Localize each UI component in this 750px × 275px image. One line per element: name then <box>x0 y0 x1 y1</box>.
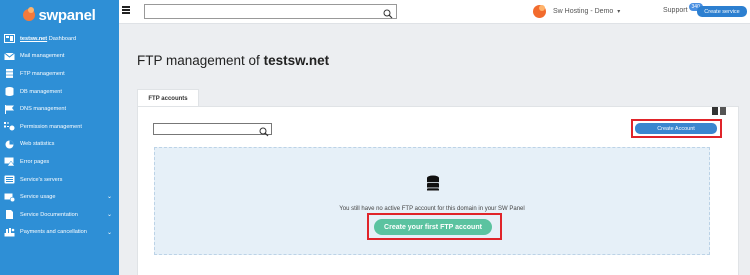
sidebar-item-label: Mail management <box>20 53 65 60</box>
sidebar-item-label: Permission management <box>20 123 82 130</box>
sidebar-item-documentation[interactable]: Service Documentation ⌄ <box>0 206 119 224</box>
support-label: Support <box>663 6 688 14</box>
sidebar-item-label: Error pages <box>20 158 50 165</box>
account-selector[interactable]: Sw Hosting - Demo ▾ <box>533 5 620 18</box>
database-icon <box>4 87 15 97</box>
pie-chart-icon <box>4 140 15 149</box>
search-icon[interactable] <box>383 6 393 24</box>
sidebar-item-service-usage[interactable]: Service usage ⌄ <box>0 188 119 206</box>
page-title-prefix: FTP management of <box>137 53 260 68</box>
chevron-down-icon: ⌄ <box>106 211 112 218</box>
account-name: Sw Hosting - Demo <box>553 8 614 15</box>
ftp-search-input[interactable] <box>153 123 272 137</box>
permissions-icon <box>4 122 15 131</box>
page-title: FTP management of testsw.net <box>137 53 329 68</box>
brand-name: swpanel <box>38 6 96 24</box>
sidebar-item-db[interactable]: DB management <box>0 83 119 101</box>
chevron-down-icon: ⌄ <box>106 229 112 236</box>
sidebar-item-payments[interactable]: Payments and cancellation ⌄ <box>0 224 119 242</box>
page-title-domain: testsw.net <box>263 53 330 68</box>
sidebar-item-label: DB management <box>20 88 62 95</box>
chevron-down-icon: ⌄ <box>106 194 112 201</box>
sidebar-item-domain[interactable]: testsw.net <box>20 36 47 42</box>
sidebar-item-label: Payments and cancellation <box>20 229 87 236</box>
document-icon <box>4 210 15 220</box>
caret-down-icon: ▾ <box>617 9 621 15</box>
sidebar-item-mail[interactable]: Mail management <box>0 48 119 66</box>
sidebar-item-ftp[interactable]: FTP management <box>0 65 119 83</box>
export-icons <box>712 107 726 115</box>
dashboard-icon <box>4 34 15 44</box>
brand-logo[interactable]: swpanel <box>0 0 119 30</box>
tab-ftp-accounts[interactable]: FTP accounts <box>137 89 199 107</box>
sidebar-item-label: Service's servers <box>20 176 63 183</box>
create-first-ftp-button[interactable]: Create your first FTP account <box>374 219 492 235</box>
search-icon[interactable] <box>259 124 269 142</box>
sidebar-item-web-stats[interactable]: Web statistics <box>0 136 119 154</box>
server-icon <box>4 69 15 79</box>
sidebar-item-label: Service Documentation <box>20 211 78 218</box>
usage-icon <box>4 193 15 202</box>
create-service-button[interactable]: Create service <box>697 6 747 17</box>
sidebar-item-error-pages[interactable]: Error pages <box>0 153 119 171</box>
flag-icon <box>4 104 15 114</box>
sidebar-item-label: DNS management <box>20 106 67 113</box>
mail-icon <box>4 52 15 61</box>
top-bar: Sw Hosting - Demo ▾ Support 340 ▾ Create… <box>119 0 750 24</box>
servers-icon <box>4 175 15 184</box>
export-file-icon[interactable] <box>712 107 718 115</box>
sidebar-item-label: Service usage <box>20 194 56 201</box>
global-search-input[interactable] <box>144 4 397 19</box>
sidebar-item-dashboard[interactable]: testsw.net Dashboard <box>0 30 119 48</box>
create-account-button[interactable]: Create Account <box>635 123 717 134</box>
payments-icon <box>4 227 15 237</box>
sidebar-nav: testsw.net Dashboard Mail management FTP… <box>0 30 119 241</box>
sidebar-item-servers[interactable]: Service's servers <box>0 171 119 189</box>
sidebar: swpanel testsw.net Dashboard Mail manage… <box>0 0 119 275</box>
database-icon <box>426 175 440 193</box>
menu-icon[interactable] <box>122 6 130 14</box>
brand-logo-icon <box>23 7 36 21</box>
account-logo-icon <box>533 5 546 18</box>
warning-page-icon <box>4 157 15 167</box>
sidebar-item-permissions[interactable]: Permission management <box>0 118 119 136</box>
export-excel-icon[interactable] <box>720 107 726 115</box>
sidebar-item-label: Web statistics <box>20 141 55 148</box>
sidebar-item-label: Dashboard <box>48 35 77 42</box>
sidebar-item-label: FTP management <box>20 70 65 77</box>
empty-state-message: You still have no active FTP account for… <box>339 206 525 212</box>
sidebar-item-dns[interactable]: DNS management <box>0 100 119 118</box>
